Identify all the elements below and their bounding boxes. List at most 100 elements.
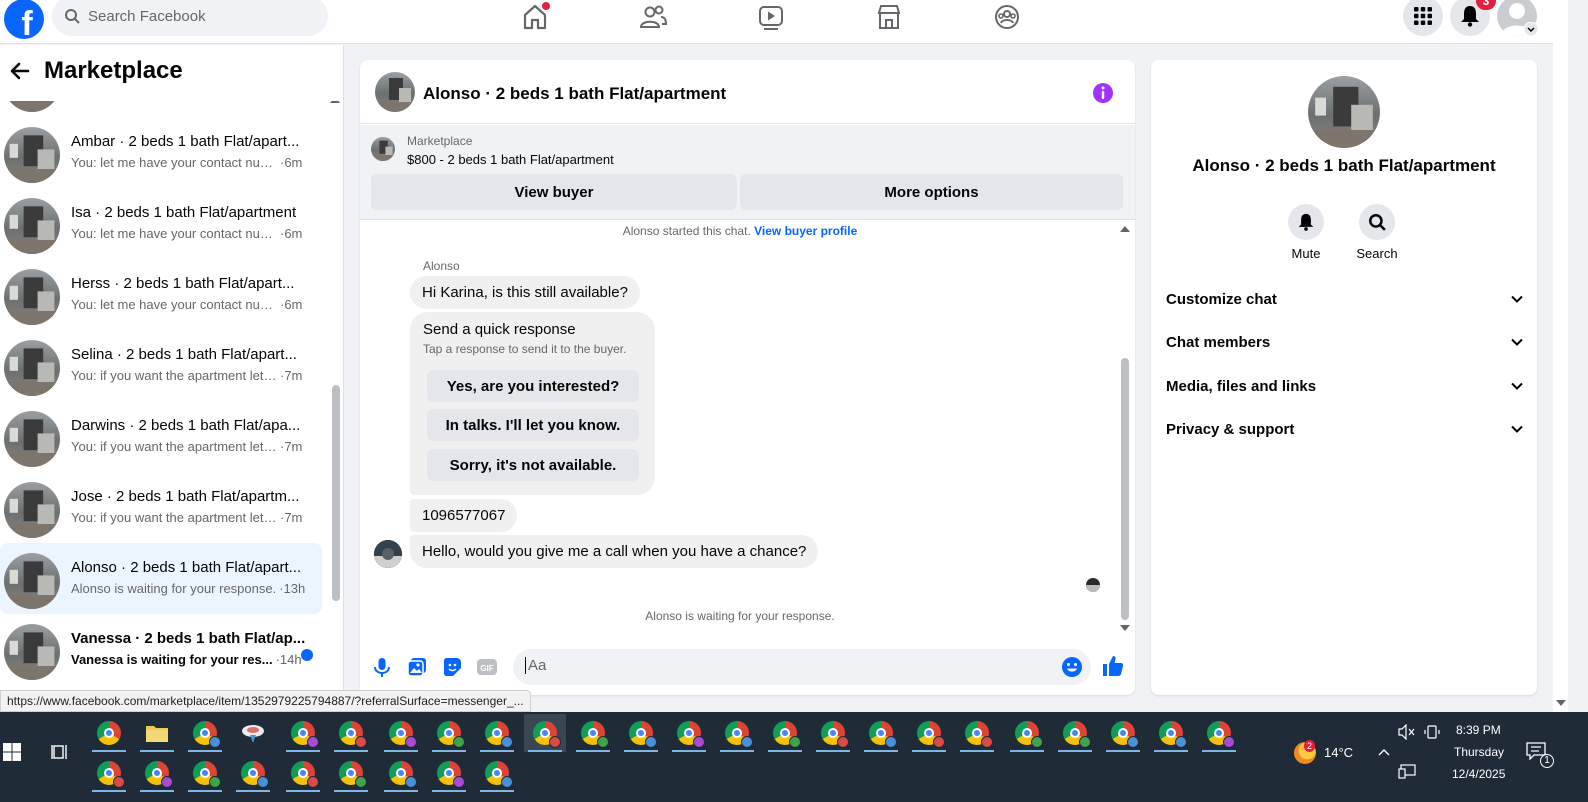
file-explorer-icon[interactable] xyxy=(136,714,178,752)
message-bubble: 1096577067 xyxy=(410,499,518,532)
battery-device-icon[interactable] xyxy=(1424,724,1440,740)
conversation-item[interactable]: Herss · 2 beds 1 bath Flat/apart... You: … xyxy=(0,259,322,330)
conversation-item[interactable]: Alonso · 2 beds 1 bath Flat/apart... Alon… xyxy=(0,543,322,614)
windows-start-icon[interactable] xyxy=(2,742,22,762)
video-icon[interactable] xyxy=(756,2,786,32)
info-icon[interactable] xyxy=(1092,82,1114,104)
listing-thumbnail[interactable] xyxy=(371,137,395,161)
chrome-window-icon[interactable] xyxy=(812,714,854,752)
microphone-icon[interactable] xyxy=(371,656,393,678)
chrome-window-icon[interactable] xyxy=(1054,714,1096,752)
chrome-window-icon[interactable] xyxy=(88,714,130,752)
chat-avatar[interactable] xyxy=(375,72,415,112)
show-hidden-icons-chevron-icon[interactable] xyxy=(1378,747,1390,757)
chrome-window-icon[interactable] xyxy=(88,754,130,792)
chrome-window-icon[interactable] xyxy=(1102,714,1144,752)
apartment-thumbnail xyxy=(4,269,60,325)
chrome-window-icon[interactable] xyxy=(620,714,662,752)
conversation-item[interactable]: Isa · 2 beds 1 bath Flat/apartment You: l… xyxy=(0,188,322,259)
chrome-window-icon[interactable] xyxy=(232,754,274,792)
facebook-logo[interactable]: f xyxy=(4,0,44,39)
chrome-window-icon[interactable] xyxy=(716,714,758,752)
apartment-thumbnail xyxy=(4,411,60,467)
conversation-item[interactable]: Jose · 2 beds 1 bath Flat/apartm... You: … xyxy=(0,472,322,543)
chrome-window-icon[interactable] xyxy=(184,714,226,752)
media-files-section[interactable]: Media, files and links xyxy=(1166,366,1524,406)
emoji-icon[interactable] xyxy=(1061,656,1083,678)
listing-source: Marketplace xyxy=(407,134,473,148)
buyer-avatar[interactable] xyxy=(374,540,402,568)
chrome-window-icon[interactable] xyxy=(476,754,518,792)
chrome-window-icon[interactable] xyxy=(524,714,566,752)
groups-icon[interactable] xyxy=(992,2,1022,32)
chrome-window-icon[interactable] xyxy=(282,714,324,752)
customize-chat-section[interactable]: Customize chat xyxy=(1166,279,1524,319)
temperature-label[interactable]: 14°C xyxy=(1324,745,1353,760)
search-action[interactable]: Search xyxy=(1347,204,1407,261)
chrome-window-icon[interactable] xyxy=(860,714,902,752)
chrome-window-icon[interactable] xyxy=(476,714,518,752)
chrome-window-icon[interactable] xyxy=(956,714,998,752)
menu-button[interactable] xyxy=(1403,0,1443,36)
chrome-window-icon[interactable] xyxy=(1198,714,1240,752)
app-shortcut-icon[interactable] xyxy=(232,714,274,752)
chat-members-section[interactable]: Chat members xyxy=(1166,322,1524,362)
chrome-window-icon[interactable] xyxy=(380,714,422,752)
network-icon[interactable] xyxy=(1398,764,1416,780)
quick-response-option[interactable]: Yes, are you interested? xyxy=(427,370,639,402)
quick-response-subtitle: Tap a response to send it to the buyer. xyxy=(423,342,627,356)
message-input[interactable] xyxy=(525,657,1045,674)
chrome-window-icon[interactable] xyxy=(572,714,614,752)
back-arrow-icon[interactable] xyxy=(8,59,32,83)
message-composer[interactable] xyxy=(513,649,1091,685)
search-input[interactable] xyxy=(88,7,308,25)
details-avatar[interactable] xyxy=(1308,76,1380,148)
clock-day[interactable]: Thursday xyxy=(1454,745,1504,759)
clock-time[interactable]: 8:39 PM xyxy=(1456,723,1501,737)
chrome-window-icon[interactable] xyxy=(330,714,372,752)
view-buyer-button[interactable]: View buyer xyxy=(371,174,737,210)
mute-action[interactable]: Mute xyxy=(1276,204,1336,261)
chrome-window-icon[interactable] xyxy=(1150,714,1192,752)
chrome-window-icon[interactable] xyxy=(908,714,950,752)
chrome-window-icon[interactable] xyxy=(1006,714,1048,752)
privacy-support-section[interactable]: Privacy & support xyxy=(1166,409,1524,449)
account-chevron-icon[interactable] xyxy=(1524,22,1538,36)
conversation-item[interactable]: Vanessa · 2 beds 1 bath Flat/ap... Vaness… xyxy=(0,614,322,685)
windows-taskbar: 2 14°C 8:39 PM Thursday 12/4/2025 1 xyxy=(0,712,1588,802)
gif-icon[interactable]: GIF xyxy=(476,656,498,678)
quick-response-option[interactable]: In talks. I'll let you know. xyxy=(427,409,639,441)
sticker-icon[interactable] xyxy=(441,656,463,678)
more-options-button[interactable]: More options xyxy=(740,174,1123,210)
chrome-window-icon[interactable] xyxy=(428,754,470,792)
chat-scroll-up-arrow[interactable] xyxy=(1120,226,1130,232)
chrome-window-icon[interactable] xyxy=(282,754,324,792)
chat-scroll-down-arrow[interactable] xyxy=(1120,625,1130,631)
view-buyer-profile-link[interactable]: View buyer profile xyxy=(754,224,857,238)
chrome-window-icon[interactable] xyxy=(668,714,710,752)
listing-price[interactable]: $800 - 2 beds 1 bath Flat/apartment xyxy=(407,152,614,167)
chrome-window-icon[interactable] xyxy=(428,714,470,752)
chrome-window-icon[interactable] xyxy=(184,754,226,792)
conversation-item[interactable]: Ambar · 2 beds 1 bath Flat/apart... You: … xyxy=(0,117,322,188)
page-scroll-down-arrow[interactable] xyxy=(1556,700,1566,706)
conversation-item[interactable]: Darwins · 2 beds 1 bath Flat/apa... You: … xyxy=(0,401,322,472)
like-icon[interactable] xyxy=(1101,654,1125,678)
weather-badge: 2 xyxy=(1304,740,1316,752)
chrome-window-icon[interactable] xyxy=(380,754,422,792)
conversation-item[interactable]: Selina · 2 beds 1 bath Flat/apart... You:… xyxy=(0,330,322,401)
quick-response-option[interactable]: Sorry, it's not available. xyxy=(427,449,639,481)
photo-icon[interactable] xyxy=(406,656,428,678)
chrome-window-icon[interactable] xyxy=(330,754,372,792)
chrome-window-icon[interactable] xyxy=(764,714,806,752)
search-box[interactable] xyxy=(52,0,328,36)
clock-date[interactable]: 12/4/2025 xyxy=(1452,767,1505,781)
marketplace-icon[interactable] xyxy=(874,2,904,32)
chat-scrollbar-thumb[interactable] xyxy=(1121,358,1129,620)
volume-muted-icon[interactable] xyxy=(1398,724,1416,740)
page-scrollbar-track[interactable] xyxy=(1553,0,1568,712)
chrome-window-icon[interactable] xyxy=(136,754,178,792)
task-view-icon[interactable] xyxy=(50,742,70,762)
left-scrollbar-thumb[interactable] xyxy=(332,385,340,601)
friends-icon[interactable] xyxy=(638,2,668,32)
